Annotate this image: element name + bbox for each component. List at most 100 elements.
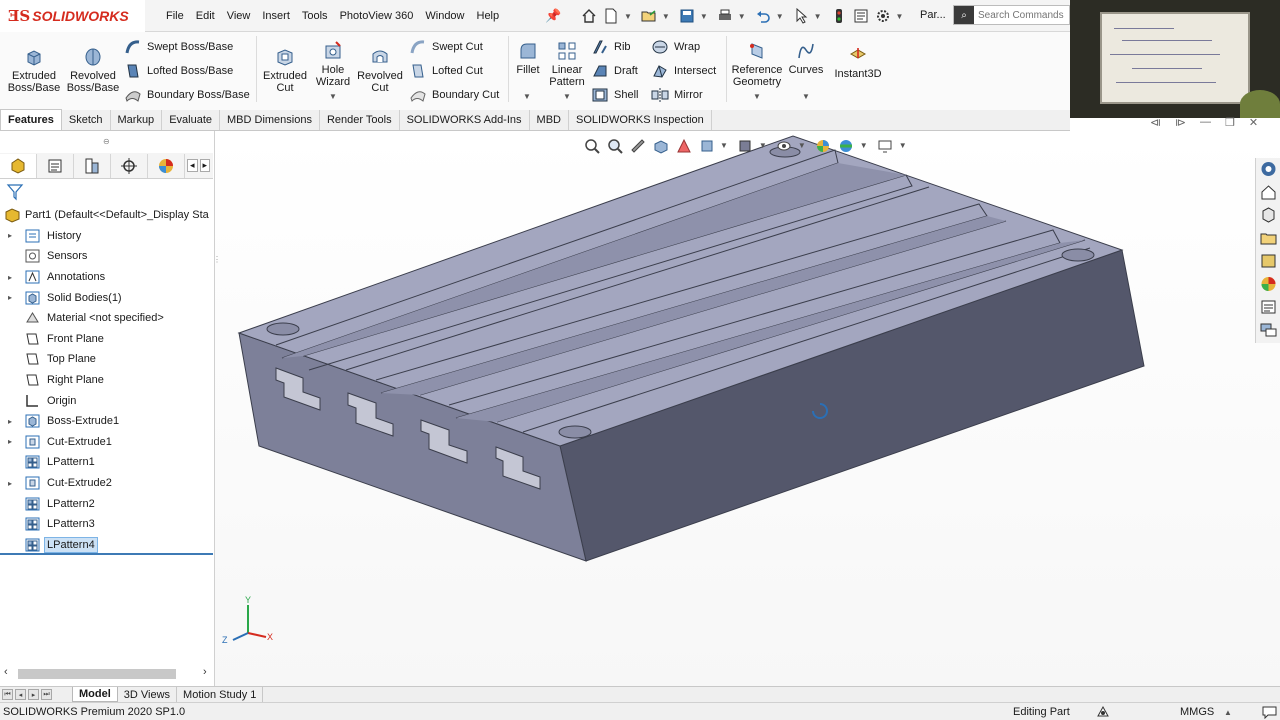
tree-item[interactable]: LPattern1 — [0, 452, 213, 473]
save-dropdown-icon[interactable]: ▼ — [700, 12, 708, 21]
swept-cut-button[interactable]: Swept Cut — [409, 38, 483, 56]
file-properties-icon[interactable] — [852, 7, 870, 25]
hide-show-items-icon[interactable] — [775, 137, 794, 154]
file-explorer-icon[interactable] — [1259, 206, 1278, 224]
zoom-to-area-icon[interactable] — [605, 137, 624, 154]
tree-item[interactable]: Material <not specified> — [0, 308, 213, 329]
revolved-boss-button[interactable]: Revolved Boss/Base — [66, 46, 120, 94]
open-dropdown-icon[interactable]: ▼ — [662, 12, 670, 21]
restore-icon[interactable]: ❐ — [1225, 116, 1235, 129]
tree-item[interactable]: ▸ History — [0, 226, 213, 247]
tree-item[interactable]: ▸ Cut-Extrude2 — [0, 473, 213, 494]
hole-wizard-dropdown-icon[interactable]: ▼ — [329, 92, 337, 101]
open-folder-icon[interactable] — [640, 7, 658, 25]
hole-wizard-button[interactable]: Hole Wizard — [311, 40, 355, 88]
view-palette-icon[interactable] — [1259, 252, 1278, 270]
swept-boss-button[interactable]: Swept Boss/Base — [124, 38, 233, 56]
tree-horizontal-scrollbar[interactable]: ‹ › — [0, 666, 213, 682]
unit-system-dropdown-icon[interactable]: ▲ — [1224, 708, 1232, 717]
tabs-scroll-right-icon[interactable]: ▸ — [199, 159, 211, 172]
tab-mbd-dimensions[interactable]: MBD Dimensions — [220, 110, 320, 130]
fillet-dropdown-icon[interactable]: ▼ — [523, 92, 531, 101]
tab-render-tools[interactable]: Render Tools — [320, 110, 400, 130]
tree-item[interactable]: ▸ Boss-Extrude1 — [0, 411, 213, 432]
tab-configuration-manager[interactable] — [74, 153, 111, 178]
custom-properties-icon[interactable] — [1259, 298, 1278, 316]
section-view-icon[interactable] — [651, 137, 670, 154]
undo-icon[interactable] — [754, 7, 772, 25]
tree-item[interactable]: LPattern4 — [0, 535, 213, 556]
wrap-button[interactable]: Wrap — [651, 38, 700, 56]
menu-file[interactable]: File — [160, 10, 190, 22]
menu-help[interactable]: Help — [471, 10, 506, 22]
tree-item[interactable]: Origin — [0, 390, 213, 411]
scrollbar-thumb[interactable] — [18, 669, 176, 679]
expand-arrow-icon[interactable]: ▸ — [8, 437, 12, 446]
search-commands-icon[interactable]: ⌕ — [954, 6, 974, 24]
fillet-button[interactable]: Fillet — [512, 40, 544, 76]
curves-button[interactable]: Curves — [788, 40, 824, 76]
expand-arrow-icon[interactable]: ▸ — [8, 479, 12, 488]
dynamic-annotation-icon[interactable] — [674, 137, 693, 154]
reference-geometry-dropdown-icon[interactable]: ▼ — [753, 92, 761, 101]
expand-arrow-icon[interactable]: ▸ — [8, 417, 12, 426]
linear-pattern-dropdown-icon[interactable]: ▼ — [563, 92, 571, 101]
mirror-button[interactable]: Mirror — [651, 86, 703, 104]
tab-solidworks-inspection[interactable]: SOLIDWORKS Inspection — [569, 110, 712, 130]
view-orientation-icon[interactable] — [697, 137, 716, 154]
new-document-icon[interactable] — [602, 7, 620, 25]
minimize-icon[interactable]: — — [1200, 116, 1211, 129]
next-window-icon[interactable]: ⧐ — [1175, 116, 1186, 129]
tree-item[interactable]: Right Plane — [0, 370, 213, 391]
shell-button[interactable]: Shell — [591, 86, 638, 104]
intersect-button[interactable]: Intersect — [651, 62, 716, 80]
tab-feature-tree[interactable] — [0, 153, 37, 178]
prev-window-icon[interactable]: ⧏ — [1150, 116, 1161, 129]
reference-geometry-button[interactable]: Reference Geometry — [730, 40, 784, 88]
lofted-cut-button[interactable]: Lofted Cut — [409, 62, 483, 80]
tree-item[interactable]: Top Plane — [0, 349, 213, 370]
scroll-right-icon[interactable]: › — [203, 666, 207, 678]
solidworks-logo[interactable]: ƎS SOLIDWORKS — [0, 0, 145, 32]
print-icon[interactable] — [716, 7, 734, 25]
solidworks-resources-icon[interactable] — [1259, 160, 1278, 178]
extruded-boss-button[interactable]: Extruded Boss/Base — [8, 46, 60, 94]
hide-show-dropdown-icon[interactable]: ▼ — [798, 141, 806, 150]
boundary-cut-button[interactable]: Boundary Cut — [409, 86, 499, 104]
apply-scene-dropdown-icon[interactable]: ▼ — [860, 141, 868, 150]
rebuild-icon[interactable] — [830, 7, 848, 25]
revolved-cut-button[interactable]: Revolved Cut — [356, 46, 404, 94]
panel-grip-icon[interactable]: ⊖ — [103, 137, 110, 146]
tab-features[interactable]: Features — [0, 109, 62, 130]
instant3d-button[interactable]: Instant3D — [832, 44, 884, 80]
expand-arrow-icon[interactable]: ▸ — [8, 231, 12, 240]
menu-photoview[interactable]: PhotoView 360 — [334, 10, 420, 22]
tab-markup[interactable]: Markup — [111, 110, 163, 130]
expand-arrow-icon[interactable]: ▸ — [8, 273, 12, 282]
panel-splitter-handle[interactable]: ⋮ — [213, 255, 221, 275]
tab-dimxpert-manager[interactable] — [111, 153, 148, 178]
tree-item[interactable]: ▸ Solid Bodies(1) — [0, 287, 213, 308]
linear-pattern-button[interactable]: Linear Pattern — [546, 40, 588, 88]
help-bubble-icon[interactable] — [1262, 705, 1277, 719]
tab-solidworks-add-ins[interactable]: SOLIDWORKS Add-Ins — [400, 110, 530, 130]
undo-dropdown-icon[interactable]: ▼ — [776, 12, 784, 21]
close-icon[interactable]: ✕ — [1249, 116, 1258, 129]
tab-motion-study-1[interactable]: Motion Study 1 — [177, 687, 264, 702]
home-icon[interactable] — [580, 7, 598, 25]
scroll-left-icon[interactable]: ‹ — [4, 666, 8, 678]
tab-sketch[interactable]: Sketch — [62, 110, 111, 130]
view-orientation-dropdown-icon[interactable]: ▼ — [720, 141, 728, 150]
pin-menu-icon[interactable]: 📌 — [545, 8, 561, 24]
display-style-icon[interactable] — [736, 137, 755, 154]
extruded-cut-button[interactable]: Extruded Cut — [260, 46, 310, 94]
save-icon[interactable] — [678, 7, 696, 25]
view-settings-dropdown-icon[interactable]: ▼ — [899, 141, 907, 150]
rebuild-status-icon[interactable] — [1096, 705, 1110, 718]
edit-appearance-icon[interactable] — [814, 137, 833, 154]
options-dropdown-icon[interactable]: ▼ — [896, 12, 904, 21]
tab-3d-views[interactable]: 3D Views — [118, 687, 178, 702]
tree-item[interactable]: Front Plane — [0, 329, 213, 350]
tab-display-manager[interactable] — [148, 153, 185, 178]
tab-evaluate[interactable]: Evaluate — [162, 110, 220, 130]
